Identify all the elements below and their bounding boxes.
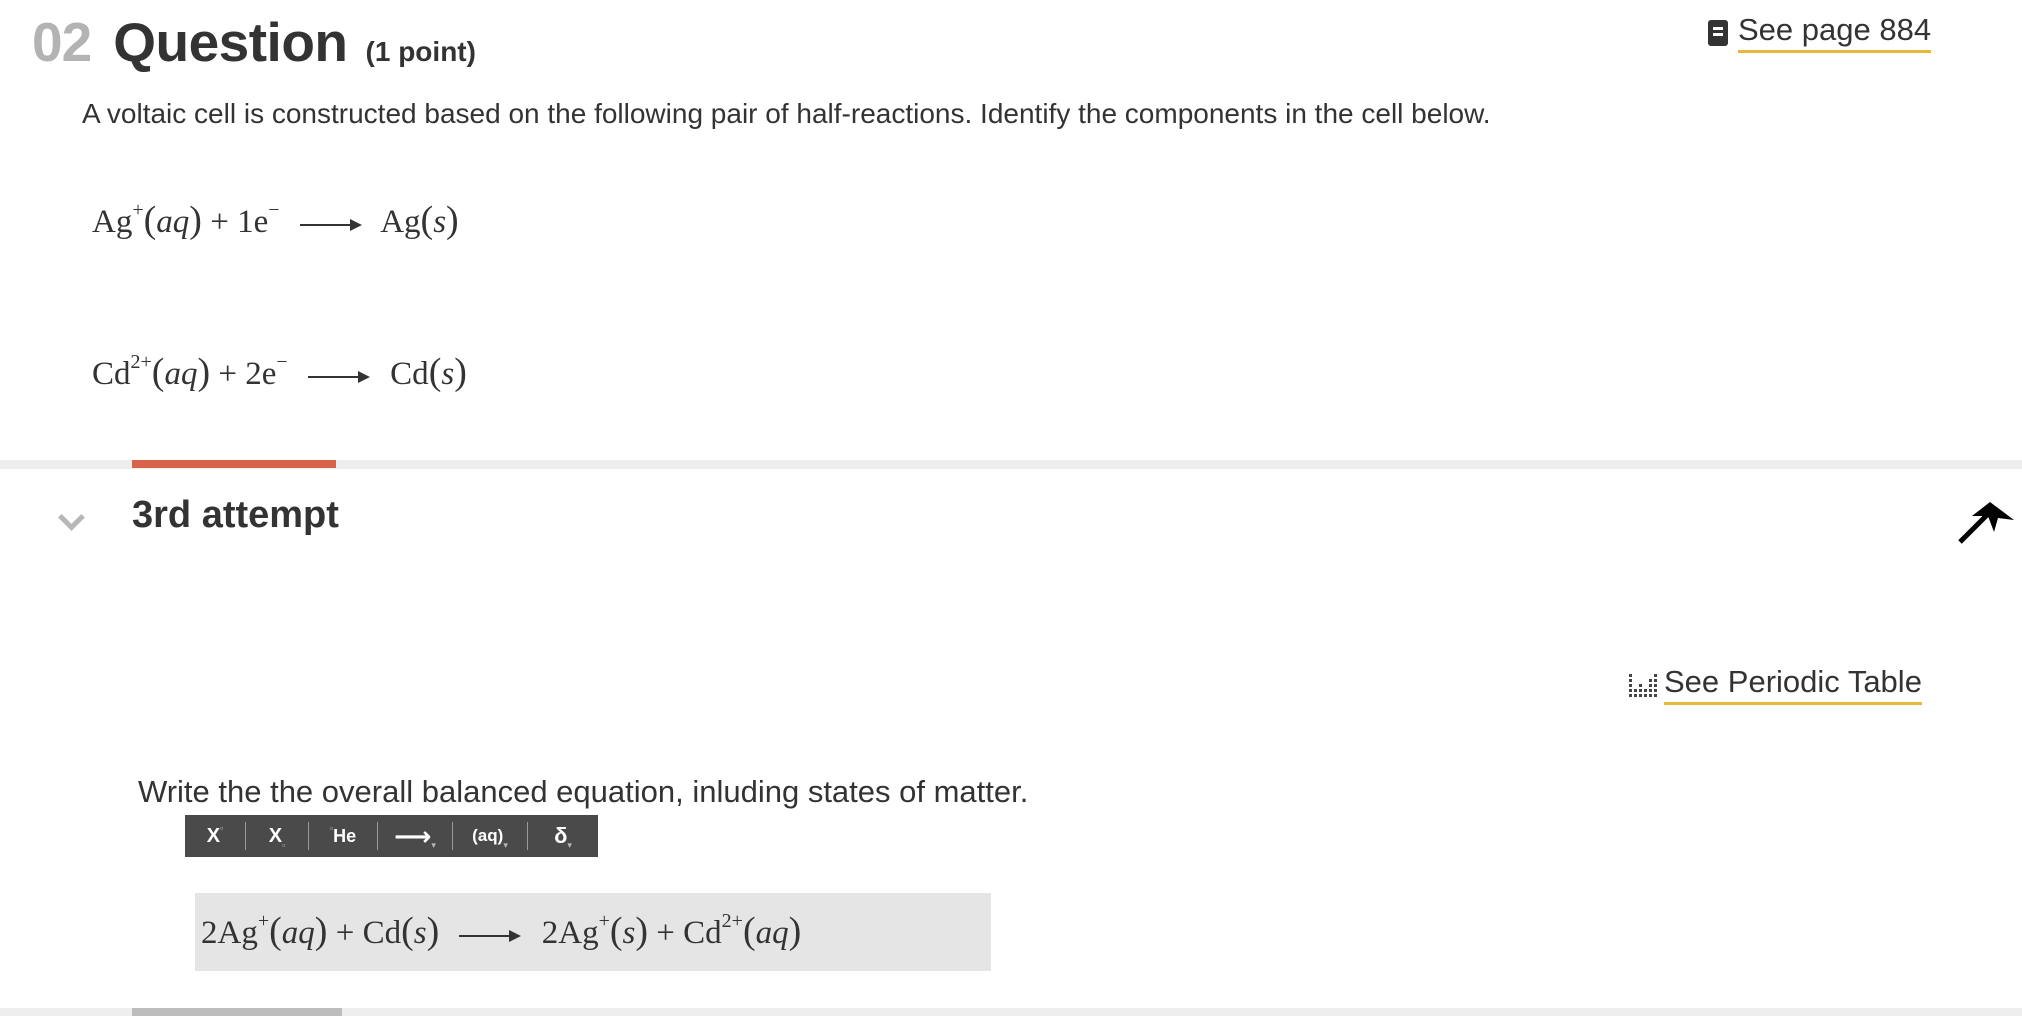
reactant-state: aq: [164, 356, 198, 392]
electron-charge: −: [268, 199, 280, 221]
periodic-table-label[interactable]: See Periodic Table: [1664, 664, 1922, 705]
electrons: 2e: [245, 356, 277, 392]
question-header: 02 Question (1 point): [32, 10, 476, 74]
periodic-table-icon: [1629, 673, 1657, 697]
electrons: 1e: [237, 204, 269, 240]
reaction-arrow-icon: [307, 370, 370, 384]
half-reaction-2: Cd2+(aq) + 2e− Cd(s): [92, 351, 467, 393]
periodic-table-link[interactable]: See Periodic Table: [1628, 664, 1922, 705]
electron-charge: −: [276, 351, 288, 373]
reactant-state: aq: [156, 204, 190, 240]
attempt-header: 3rd attempt: [0, 494, 2022, 544]
reactant-ion: Ag: [92, 204, 133, 240]
see-page-link[interactable]: See page 884: [1708, 12, 1932, 53]
half-reaction-1: Ag+(aq) + 1e− Ag(s): [92, 199, 459, 241]
superscript-button[interactable]: X ▫: [185, 815, 245, 857]
delta-button[interactable]: δ ▾: [528, 815, 598, 857]
subscript-button[interactable]: X ▫: [246, 815, 308, 857]
mouse-cursor-icon: [1958, 502, 2014, 544]
element-button[interactable]: ▫ He: [309, 815, 377, 857]
ion-charge: 2+: [130, 351, 152, 373]
chevron-down-icon[interactable]: [58, 504, 85, 531]
reactant-ion: Cd: [92, 356, 131, 392]
product-state: s: [433, 204, 447, 240]
question-prompt: A voltaic cell is constructed based on t…: [82, 98, 1491, 129]
book-icon: [1708, 19, 1728, 46]
answer-equation: 2Ag+(aq) + Cd(s) 2Ag+(s) + Cd2+(aq): [201, 910, 802, 952]
product: Cd: [390, 356, 429, 392]
next-attempt-indicator: [132, 1008, 342, 1016]
product: Ag: [380, 204, 421, 240]
reaction-arrow-icon: [299, 218, 362, 232]
see-page-label[interactable]: See page 884: [1738, 12, 1932, 53]
attempt-progress-indicator: [132, 460, 336, 468]
product-state: s: [441, 356, 455, 392]
question-points: (1 point): [365, 36, 476, 67]
attempt-title: 3rd attempt: [132, 494, 339, 536]
ion-charge: +: [132, 199, 144, 221]
question-page: 02 Question (1 point) See page 884 A vol…: [0, 0, 2022, 1022]
answer-instruction: Write the the overall balanced equation,…: [138, 774, 1029, 809]
question-title: Question: [113, 11, 348, 73]
reaction-arrow-icon: [459, 929, 522, 943]
question-number: 02: [32, 11, 92, 73]
state-button[interactable]: (aq) ▾: [453, 815, 527, 857]
chemistry-toolbar: X ▫ X ▫ ▫ He ⟶ ▾ (aq) ▾ δ ▾: [185, 815, 598, 857]
answer-input[interactable]: 2Ag+(aq) + Cd(s) 2Ag+(s) + Cd2+(aq): [195, 893, 991, 971]
arrow-button[interactable]: ⟶ ▾: [378, 815, 452, 857]
